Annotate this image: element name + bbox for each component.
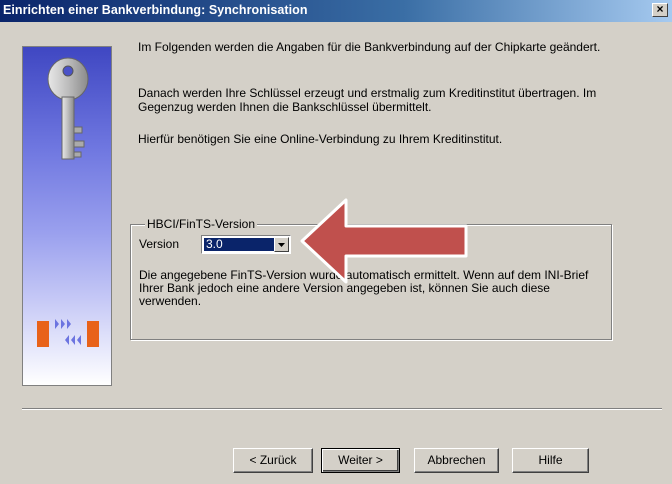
title-bar: Einrichten einer Bankverbindung: Synchro… (0, 0, 672, 22)
cancel-button[interactable]: Abbrechen (414, 448, 499, 473)
chevron-down-icon (278, 243, 285, 247)
window-title: Einrichten einer Bankverbindung: Synchro… (3, 3, 308, 17)
back-button[interactable]: < Zurück (233, 448, 313, 473)
help-button[interactable]: Hilfe (512, 448, 589, 473)
intro-paragraph-1: Im Folgenden werden die Angaben für die … (138, 40, 601, 54)
button-separator (22, 408, 662, 410)
version-dropdown-button[interactable] (274, 237, 289, 252)
version-select[interactable]: 3.0 (201, 235, 291, 254)
intro-paragraph-2: Danach werden Ihre Schlüssel erzeugt und… (138, 86, 597, 114)
version-label: Version (139, 237, 180, 251)
version-select-value: 3.0 (204, 238, 274, 251)
key-icon (47, 57, 89, 160)
wizard-side-panel (22, 46, 112, 386)
sync-arrows-icon (37, 319, 99, 347)
annotation-arrow-icon (300, 198, 468, 284)
group-legend: HBCI/FinTS-Version (145, 217, 258, 231)
next-button[interactable]: Weiter > (321, 448, 400, 473)
intro-paragraph-3: Hierfür benötigen Sie eine Online-Verbin… (138, 132, 503, 146)
close-button[interactable]: × (652, 3, 668, 17)
